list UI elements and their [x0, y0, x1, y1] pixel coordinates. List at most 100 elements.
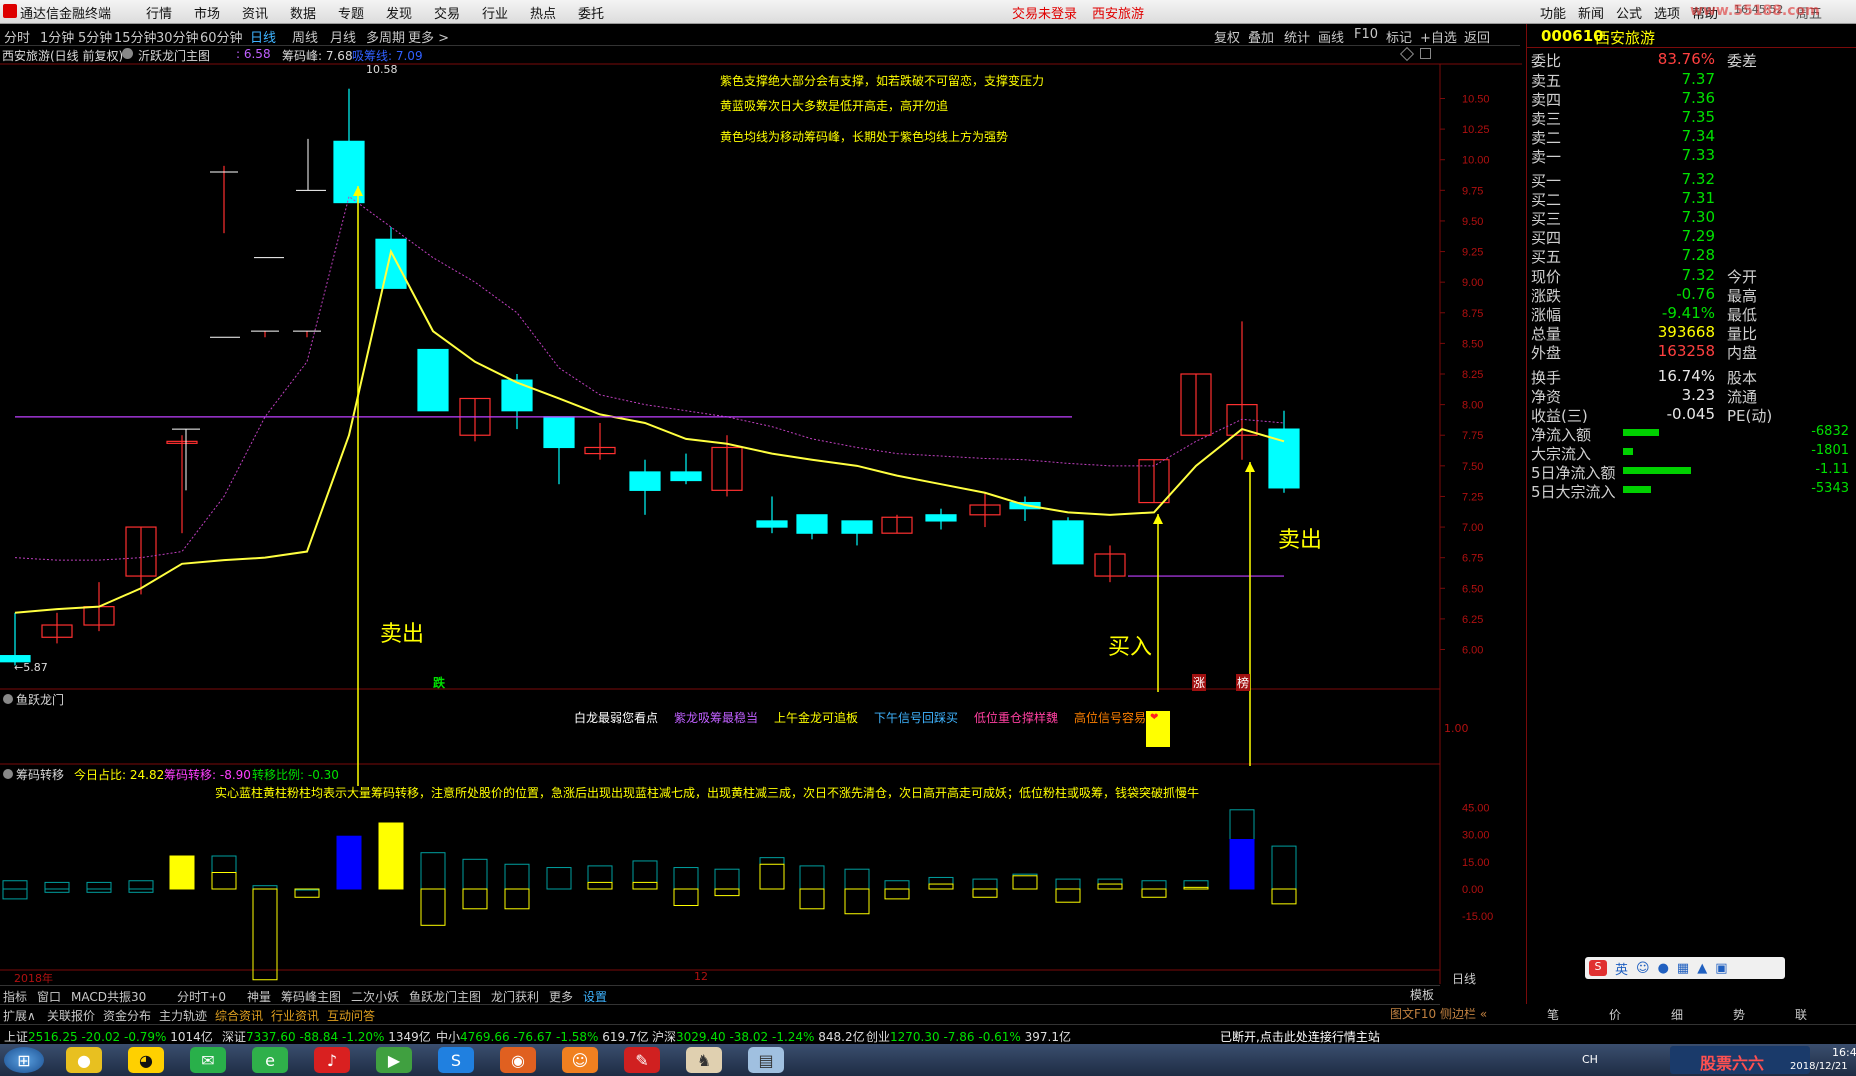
toolbar-btn-1[interactable]: 叠加: [1248, 27, 1274, 46]
menu-item-4[interactable]: 专题: [338, 3, 364, 22]
sell-row-4[interactable]: 卖一 7.33: [1531, 146, 1853, 166]
period-tab-4[interactable]: 30分钟: [156, 27, 199, 46]
bottom-tab-3[interactable]: 分时T+0: [177, 988, 226, 1005]
sell-row-3[interactable]: 卖二 7.34: [1531, 127, 1853, 147]
sub2-switch-icon[interactable]: [3, 769, 13, 779]
bottom-tab-9[interactable]: 更多: [549, 988, 573, 1005]
ime-mic-icon[interactable]: ●: [1658, 961, 1669, 976]
bottom-tab-7[interactable]: 鱼跃龙门主图: [409, 988, 481, 1005]
tdx-icon[interactable]: ✎: [624, 1047, 660, 1073]
index-quote-2[interactable]: 中小4769.66 -76.67 -1.58% 619.7亿: [436, 1028, 649, 1045]
period-tab-2[interactable]: 5分钟: [78, 27, 112, 46]
sub1-switch-icon[interactable]: [3, 694, 13, 704]
right-menu-item-2[interactable]: 公式: [1616, 3, 1642, 22]
bottom-tab-1[interactable]: 窗口: [37, 988, 61, 1005]
menu-item-9[interactable]: 委托: [578, 3, 604, 22]
start-button-icon[interactable]: ⊞: [4, 1047, 44, 1073]
firefox-icon[interactable]: ◉: [500, 1047, 536, 1073]
index-quote-0[interactable]: 上证2516.25 -20.02 -0.79% 1014亿: [4, 1028, 213, 1045]
info-tab-4[interactable]: 综合资讯: [215, 1007, 263, 1024]
ime-toolbar[interactable]: S 英 ☺ ● ▦ ▲ ▣: [1585, 957, 1785, 979]
buy-row-2[interactable]: 买三 7.30: [1531, 208, 1853, 228]
quote-tab-3[interactable]: 势: [1733, 1006, 1745, 1023]
ime-indicator[interactable]: CH: [1582, 1053, 1598, 1066]
bottom-tab-2[interactable]: MACD共振30: [71, 988, 146, 1005]
buy-row-3[interactable]: 买四 7.29: [1531, 227, 1853, 247]
menu-item-0[interactable]: 行情: [146, 3, 172, 22]
quote-tab-2[interactable]: 细: [1671, 1006, 1683, 1023]
index-quote-1[interactable]: 深证7337.60 -88.84 -1.20% 1349亿: [222, 1028, 431, 1045]
period-tab-0[interactable]: 分时: [4, 27, 30, 46]
ime-grid-icon[interactable]: ▣: [1715, 961, 1727, 976]
sub1-title[interactable]: 鱼跃龙门: [16, 691, 64, 708]
main-chart[interactable]: 10.50 10.25 10.00 9.75 9.50 9.25 9.00 8.75 8.50 8…: [0, 46, 1522, 994]
menu-item-3[interactable]: 数据: [290, 3, 316, 22]
right-menu-item-3[interactable]: 选项: [1654, 3, 1680, 22]
sell-row-1[interactable]: 卖四 7.36: [1531, 89, 1853, 109]
toolbar-btn-7[interactable]: 返回: [1464, 27, 1490, 46]
period-tab-8[interactable]: 月线: [330, 27, 356, 46]
connection-message[interactable]: 已断开,点击此处连接行情主站: [1220, 1028, 1380, 1045]
uc-browser-icon[interactable]: ☺: [562, 1047, 598, 1073]
bottom-tab-4[interactable]: 神量: [247, 988, 271, 1005]
menu-item-2[interactable]: 资讯: [242, 3, 268, 22]
period-tab-1[interactable]: 1分钟: [40, 27, 74, 46]
menu-item-1[interactable]: 市场: [194, 3, 220, 22]
quote-tab-0[interactable]: 笔: [1547, 1006, 1559, 1023]
info-tab-3[interactable]: 主力轨迹: [159, 1007, 207, 1024]
bottom-tab-5[interactable]: 筹码峰主图: [281, 988, 341, 1005]
period-tab-5[interactable]: 60分钟: [200, 27, 243, 46]
info-tab-6[interactable]: 互动问答: [327, 1007, 375, 1024]
info-tab-1[interactable]: 关联报价: [47, 1007, 95, 1024]
info-tab-0[interactable]: 扩展∧: [3, 1007, 36, 1024]
ime-lang-icon[interactable]: 英: [1615, 959, 1628, 978]
right-menu-item-1[interactable]: 新闻: [1578, 3, 1604, 22]
toolbar-btn-0[interactable]: 复权: [1214, 27, 1240, 46]
bottom-tab-0[interactable]: 指标: [3, 988, 27, 1005]
period-tab-9[interactable]: 多周期: [366, 27, 405, 46]
period-day-label[interactable]: 日线: [1452, 970, 1476, 987]
sub2-title[interactable]: 筹码转移: [16, 766, 64, 783]
sell-row-2[interactable]: 卖三 7.35: [1531, 108, 1853, 128]
buy-row-4[interactable]: 买五 7.28: [1531, 246, 1853, 266]
toolbar-btn-3[interactable]: 画线: [1318, 27, 1344, 46]
app-icon-cow[interactable]: ♞: [686, 1047, 722, 1073]
menu-item-6[interactable]: 交易: [434, 3, 460, 22]
app-icon-doc[interactable]: ▤: [748, 1047, 784, 1073]
sidebar-toggle[interactable]: 侧边栏 «: [1440, 1005, 1487, 1022]
sell-row-0[interactable]: 卖五 7.37: [1531, 70, 1853, 90]
toolbar-btn-6[interactable]: +自选: [1420, 27, 1457, 46]
bottom-tab-6[interactable]: 二次小妖: [351, 988, 399, 1005]
right-menu-item-0[interactable]: 功能: [1540, 3, 1566, 22]
template-button[interactable]: 模板: [1410, 986, 1434, 1003]
ime-keyboard-icon[interactable]: ▦: [1677, 961, 1689, 976]
buy-row-0[interactable]: 买一 7.32: [1531, 170, 1853, 190]
media-player-icon[interactable]: ▶: [376, 1047, 412, 1073]
menu-item-8[interactable]: 热点: [530, 3, 556, 22]
period-tab-7[interactable]: 周线: [292, 27, 318, 46]
app-icon-1[interactable]: ●: [66, 1047, 102, 1073]
qq-icon[interactable]: ◕: [128, 1047, 164, 1073]
period-tab-10[interactable]: 更多 >: [408, 27, 449, 46]
trade-status[interactable]: 交易未登录: [1012, 3, 1077, 22]
ime-skin-icon[interactable]: ▲: [1697, 961, 1707, 976]
index-quote-4[interactable]: 创业1270.30 -7.86 -0.61% 397.1亿: [866, 1028, 1071, 1045]
wechat-icon[interactable]: ✉: [190, 1047, 226, 1073]
menu-item-5[interactable]: 发现: [386, 3, 412, 22]
toolbar-btn-2[interactable]: 统计: [1284, 27, 1310, 46]
info-tab-2[interactable]: 资金分布: [103, 1007, 151, 1024]
index-quote-3[interactable]: 沪深3029.40 -38.02 -1.24% 848.2亿: [652, 1028, 865, 1045]
menu-item-7[interactable]: 行业: [482, 3, 508, 22]
sogou-icon[interactable]: S: [438, 1047, 474, 1073]
toolbar-btn-4[interactable]: F10: [1354, 27, 1378, 42]
quote-tab-4[interactable]: 联: [1795, 1006, 1807, 1023]
browser-360-icon[interactable]: e: [252, 1047, 288, 1073]
bottom-tab-10[interactable]: 设置: [583, 988, 607, 1005]
info-tab-5[interactable]: 行业资讯: [271, 1007, 319, 1024]
period-tab-3[interactable]: 15分钟: [114, 27, 157, 46]
netease-music-icon[interactable]: ♪: [314, 1047, 350, 1073]
toolbar-btn-5[interactable]: 标记: [1386, 27, 1412, 46]
period-tab-6[interactable]: 日线: [250, 27, 276, 46]
quote-tab-1[interactable]: 价: [1609, 1006, 1621, 1023]
bottom-tab-8[interactable]: 龙门获利: [491, 988, 539, 1005]
